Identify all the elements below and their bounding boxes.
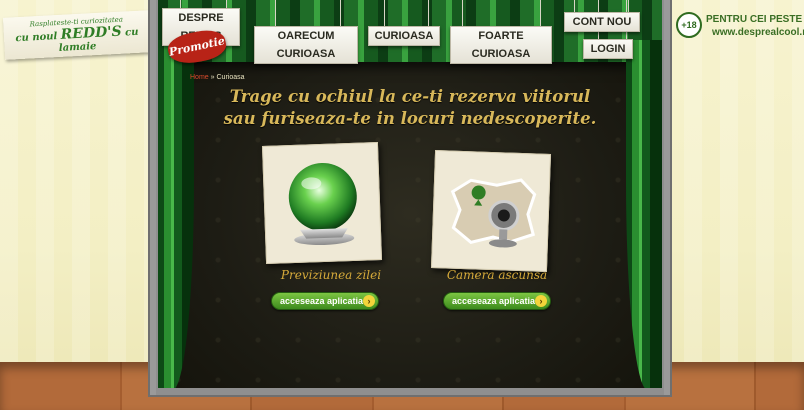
nav-foarte-curioasa[interactable]: FOARTE CURIOASA <box>450 26 552 64</box>
breadcrumb: Home » Curioasa <box>190 74 245 81</box>
nav-oarecum-curioasa[interactable]: OARECUM CURIOASA <box>254 26 358 64</box>
age-disclaimer[interactable]: +18 PENTRU CEI PESTE 18 A www.desprealco… <box>676 12 804 44</box>
crystal-ball-icon <box>288 162 357 246</box>
age-text: PENTRU CEI PESTE 18 A <box>706 14 804 25</box>
headline-line1: Trage cu ochiul la ce-ti rezerva viitoru… <box>229 87 591 106</box>
breadcrumb-home[interactable]: Home <box>190 74 209 81</box>
nav-login[interactable]: LOGIN <box>583 39 633 59</box>
app-title-camera[interactable]: Camera ascunsa <box>427 268 567 282</box>
sign-string <box>340 0 341 28</box>
promo-note-prefix: cu noul <box>15 31 58 45</box>
chevron-right-icon: › <box>363 295 375 307</box>
headline-line2: sau furiseaza-te in locuri nedescoperite… <box>223 109 597 128</box>
sign-string <box>540 0 541 28</box>
age-18-badge-icon: +18 <box>676 12 702 38</box>
acceseaza-previziune-button[interactable]: acceseaza aplicatia › <box>271 292 379 310</box>
nav-cont-nou[interactable]: CONT NOU <box>564 12 640 32</box>
breadcrumb-separator: » <box>210 74 215 81</box>
sign-string <box>275 0 276 28</box>
acceseaza-label: acceseaza aplicatia <box>452 296 536 306</box>
app-card-camera[interactable] <box>430 150 552 272</box>
nav-curioasa[interactable]: CURIOASA <box>368 26 440 46</box>
sign-string <box>574 0 575 12</box>
acceseaza-label: acceseaza aplicatia <box>280 296 364 306</box>
webcam-map-icon <box>450 178 537 248</box>
chevron-right-icon: › <box>535 295 547 307</box>
brand-name: REDD'S <box>60 23 123 43</box>
sign-string <box>462 0 463 28</box>
sign-string <box>628 0 629 12</box>
age-url[interactable]: www.desprealcool.r <box>712 27 804 38</box>
acceseaza-camera-button[interactable]: acceseaza aplicatia › <box>443 292 551 310</box>
app-title-previziune[interactable]: Previziunea zilei <box>261 268 401 282</box>
promo-note[interactable]: Rasplateste-ti curiozitatea cu noul REDD… <box>3 10 151 60</box>
sign-string <box>428 0 429 28</box>
app-card-previziune[interactable] <box>261 142 383 264</box>
page-headline: Trage cu ochiul la ce-ti rezerva viitoru… <box>200 86 620 130</box>
sign-string <box>384 0 385 28</box>
breadcrumb-current: Curioasa <box>216 74 245 81</box>
